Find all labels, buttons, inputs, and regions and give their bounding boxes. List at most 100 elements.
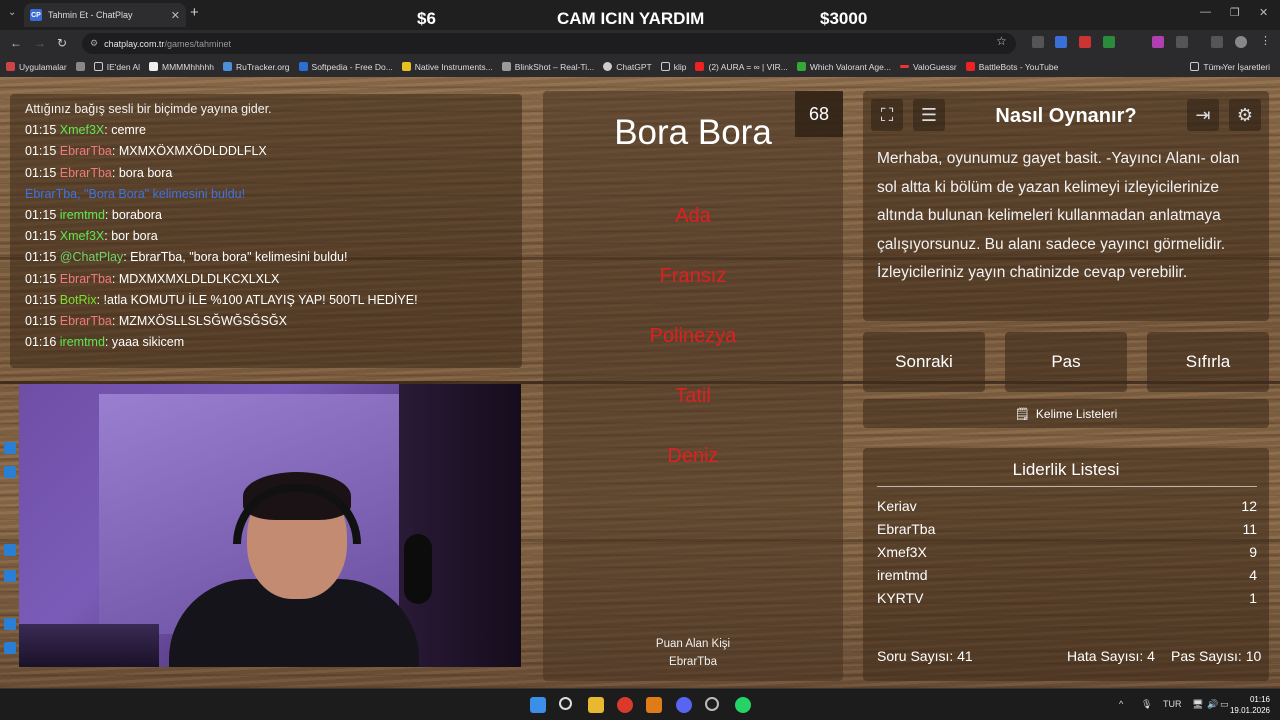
reload-icon[interactable]: ↻ <box>57 36 67 50</box>
tab-tahmin-et[interactable]: CP Tahmin Et - ChatPlay ✕ <box>24 3 186 27</box>
volume-icon[interactable]: 🔊 <box>1207 699 1218 710</box>
chat-message: 01:15 Xmef3X: bor bora <box>25 229 158 244</box>
search-icon[interactable] <box>559 697 572 710</box>
share-icon <box>4 544 16 556</box>
extensions-puzzle-icon[interactable] <box>1176 36 1188 48</box>
forbidden-word: Fransız <box>659 265 727 287</box>
extension-icon[interactable] <box>1127 36 1139 48</box>
media-icon[interactable] <box>1211 36 1223 48</box>
whatsapp-icon[interactable] <box>735 697 751 713</box>
clock[interactable]: 01:16 19.01.2026 <box>1230 694 1270 716</box>
bookmark-item[interactable]: ValoGuessr <box>899 62 957 72</box>
chat-timestamp: 01:16 <box>25 335 57 350</box>
app-icon[interactable] <box>705 697 719 711</box>
bookmark-item[interactable]: Which Valorant Age... <box>796 62 891 72</box>
chat-username[interactable]: EbrarTba <box>60 166 112 180</box>
site-icon <box>501 62 511 71</box>
chat-username[interactable]: iremtmd <box>60 208 105 222</box>
close-tab-icon[interactable]: ✕ <box>171 9 180 22</box>
file-explorer-icon[interactable] <box>588 697 604 713</box>
menu-kebab-icon[interactable]: ⋮ <box>1260 34 1272 47</box>
chrome-icon[interactable] <box>617 697 633 713</box>
chat-username[interactable]: EbrarTba <box>60 144 112 158</box>
tab-list-icon[interactable]: ⌄ <box>8 7 16 18</box>
bookmark-item[interactable]: (2) AURA = ∞ | VIR... <box>695 62 788 72</box>
microphone <box>404 534 432 604</box>
share-icon <box>4 570 16 582</box>
exit-icon[interactable]: ⇥ <box>1187 99 1219 131</box>
minimize-icon[interactable]: — <box>1200 6 1211 18</box>
pass-button[interactable]: Pas <box>1005 332 1127 392</box>
tab-bar: ⌄ CP Tahmin Et - ChatPlay ✕ + $6 CAM ICI… <box>0 0 1280 30</box>
bookmark-folder[interactable]: klip <box>660 62 686 72</box>
tray-chevron-icon[interactable]: ^ <box>1119 699 1123 709</box>
chat-username[interactable]: EbrarTba <box>60 272 112 286</box>
word-panel: 68 Bora Bora Ada Fransız Polinezya Tatil… <box>543 91 843 681</box>
microphone-icon[interactable]: 🎙 <box>1141 699 1152 710</box>
bookmark-apps[interactable]: Uygulamalar <box>6 62 67 72</box>
close-window-icon[interactable]: ✕ <box>1259 6 1268 19</box>
bookmark-item[interactable]: RuTracker.org <box>222 62 290 72</box>
chat-username[interactable]: BotRix <box>60 293 97 307</box>
profile-avatar[interactable] <box>1235 36 1247 48</box>
chat-timestamp: 01:15 <box>25 250 57 265</box>
reset-button[interactable]: Sıfırla <box>1147 332 1269 392</box>
app-icon[interactable] <box>646 697 662 713</box>
chat-message: 01:15 EbrarTba: MZMXÖSLLSLSĞWĞSĞSĞX <box>25 314 287 329</box>
chat-timestamp: 01:15 <box>25 144 57 159</box>
chat-username[interactable]: @ChatPlay <box>60 250 123 264</box>
chat-timestamp: 01:15 <box>25 271 57 286</box>
forward-icon[interactable]: → <box>34 36 46 50</box>
back-icon[interactable]: ← <box>10 36 22 50</box>
word-lists-button[interactable]: 🗒 Kelime Listeleri <box>863 399 1269 428</box>
new-tab-button[interactable]: + <box>190 4 199 21</box>
extension-icon[interactable] <box>1079 36 1091 48</box>
chat-found-text: EbrarTba, "Bora Bora" kelimesini buldu! <box>25 186 246 201</box>
site-icon <box>149 62 159 71</box>
discord-icon[interactable] <box>676 697 692 713</box>
leaderboard-row: KYRTV 1 <box>877 590 1257 606</box>
leaderboard-panel: Liderlik Listesi Keriav 12 EbrarTba 11 Xme… <box>863 448 1269 681</box>
all-bookmarks[interactable]: Tüm Yer İşaretleri <box>1190 62 1270 72</box>
windows-start-icon[interactable] <box>530 697 546 713</box>
folder-icon <box>660 62 670 71</box>
bookmark-item[interactable]: BattleBots - YouTube <box>965 62 1058 72</box>
site-info-icon[interactable]: ⚙ <box>90 38 98 49</box>
chat-username[interactable]: EbrarTba <box>60 314 112 328</box>
leaderboard-row: EbrarTba 11 <box>877 521 1257 537</box>
extension-icon[interactable] <box>1055 36 1067 48</box>
chat-timestamp: 01:15 <box>25 208 57 223</box>
extension-icon[interactable] <box>1152 36 1164 48</box>
share-icon <box>4 618 16 630</box>
chat-username[interactable]: iremtmd <box>60 335 105 349</box>
overlay-title: CAM ICIN YARDIM <box>557 9 705 28</box>
site-icon <box>401 62 411 71</box>
bookmark-grid[interactable] <box>75 62 85 71</box>
chatgpt-icon <box>603 62 613 71</box>
settings-gear-icon[interactable]: ⚙ <box>1229 99 1261 131</box>
restore-icon[interactable]: ❐ <box>1230 6 1240 19</box>
folder-icon <box>93 62 103 71</box>
bookmark-item[interactable]: MMMMhhhhh <box>149 62 214 72</box>
bookmark-item[interactable]: ChatGPT <box>603 62 652 72</box>
chat-message: 01:15 Xmef3X: cemre <box>25 123 146 138</box>
extension-icon[interactable] <box>1103 36 1115 48</box>
word-lists-label: Kelime Listeleri <box>1035 406 1118 421</box>
bookmark-item[interactable]: Native Instruments... <box>401 62 493 72</box>
leaderboard-title: Liderlik Listesi <box>1012 460 1120 479</box>
extension-icon[interactable] <box>1032 36 1044 48</box>
bookmark-folder[interactable]: IE'den Al <box>93 62 140 72</box>
battery-icon[interactable]: ▭ <box>1220 699 1229 710</box>
taskbar: ^ 🎙 TUR 🖥 🔊 ▭ 01:16 19.01.2026 <box>0 688 1280 720</box>
chat-username[interactable]: Xmef3X <box>60 229 104 243</box>
forbidden-word: Polinezya <box>649 325 737 347</box>
network-icon[interactable]: 🖥 <box>1192 699 1203 710</box>
bookmark-item[interactable]: BlinkShot – Real-Ti... <box>501 62 594 72</box>
chat-username[interactable]: Xmef3X <box>60 123 104 137</box>
bookmark-item[interactable]: Softpedia - Free Do... <box>298 62 393 72</box>
url-field[interactable]: ⚙ chatplay.com.tr/games/tahminet <box>82 33 1016 54</box>
chat-timestamp: 01:15 <box>25 165 57 180</box>
bookmark-star-icon[interactable]: ☆ <box>996 34 1007 48</box>
language-indicator[interactable]: TUR <box>1163 699 1182 709</box>
next-button[interactable]: Sonraki <box>863 332 985 392</box>
